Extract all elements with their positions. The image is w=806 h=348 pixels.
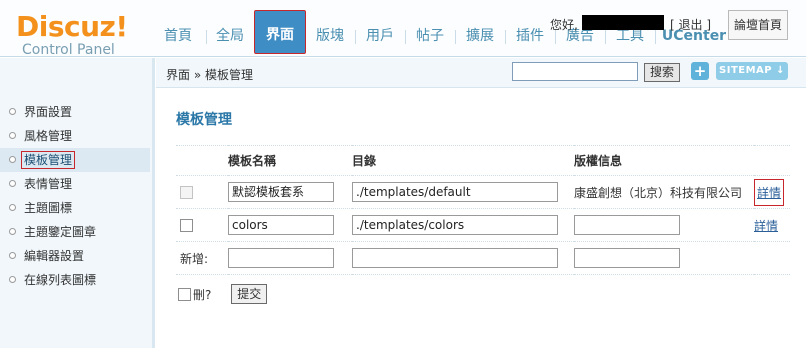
- sidebar-item-style-management[interactable]: 風格管理: [0, 124, 150, 148]
- details-link[interactable]: 詳情: [754, 178, 785, 206]
- table-row: colors ./templates/colors 詳情: [176, 208, 790, 242]
- sidebar-item-template-management[interactable]: 模板管理: [0, 148, 150, 172]
- template-copyright-input[interactable]: [574, 215, 680, 235]
- nav-item-extensions[interactable]: 擴展: [460, 14, 500, 56]
- nav-item-global[interactable]: 全局: [210, 14, 250, 56]
- bullet-icon: [9, 180, 16, 187]
- nav-item-plugins[interactable]: 插件: [510, 14, 550, 56]
- new-template-name-input[interactable]: [228, 248, 334, 268]
- column-header-action: [754, 145, 790, 176]
- details-link[interactable]: 詳情: [754, 219, 778, 233]
- column-header-copyright: 版權信息: [574, 145, 754, 176]
- sidebar-item-label: 風格管理: [24, 129, 73, 143]
- column-header-name: 模板名稱: [228, 145, 352, 176]
- bullet-icon: [9, 228, 16, 235]
- logo[interactable]: Discuz! Control Panel: [16, 10, 146, 59]
- sidebar-menu: 界面設置 風格管理 模板管理 表情管理 主題圖標 主題鑒定圖章 編輯器設置 在線…: [0, 100, 150, 292]
- bullet-icon: [9, 204, 16, 211]
- logo-subtitle: Control Panel: [22, 42, 115, 58]
- row-checkbox: [180, 186, 193, 199]
- sidebar-item-label: 表情管理: [24, 177, 73, 191]
- sidebar: 界面設置 風格管理 模板管理 表情管理 主題圖標 主題鑒定圖章 編輯器設置 在線…: [0, 58, 155, 348]
- nav-separator: [605, 30, 606, 44]
- sidebar-item-label: 主題圖標: [24, 201, 73, 215]
- user-name-redacted: [582, 15, 664, 30]
- user-greeting: 您好,: [550, 18, 578, 32]
- add-shortcut-button[interactable]: +: [691, 62, 709, 80]
- bullet-icon: [9, 156, 16, 163]
- new-template-copyright-input[interactable]: [574, 248, 680, 268]
- form-footer: 刪? 提交: [178, 284, 268, 304]
- submit-button[interactable]: 提交: [231, 284, 268, 304]
- sidebar-item-label: 編輯器設置: [24, 249, 85, 263]
- row-checkbox[interactable]: [180, 219, 193, 232]
- nav-separator: [455, 30, 456, 44]
- delete-label: 刪?: [193, 287, 212, 302]
- sidebar-item-thread-stamps[interactable]: 主題鑒定圖章: [0, 220, 150, 244]
- nav-item-forums[interactable]: 版塊: [310, 14, 350, 56]
- sidebar-item-online-list-icons[interactable]: 在線列表圖標: [0, 268, 150, 292]
- new-template-directory-input[interactable]: [352, 248, 558, 268]
- sidebar-item-interface-settings[interactable]: 界面設置: [0, 100, 150, 124]
- sidebar-item-smilies[interactable]: 表情管理: [0, 172, 150, 196]
- bullet-icon: [9, 252, 16, 259]
- logout-link[interactable]: 退出: [679, 18, 703, 32]
- new-row-label: 新增:: [176, 241, 228, 275]
- sitemap-button[interactable]: SITEMAP ↓: [716, 62, 788, 80]
- sidebar-item-label: 主題鑒定圖章: [24, 225, 97, 239]
- logout-area: [ 退出 ]: [670, 16, 711, 33]
- bullet-icon: [9, 276, 16, 283]
- template-directory-input[interactable]: ./templates/colors: [352, 215, 558, 235]
- logout-bracket-close: ]: [706, 18, 712, 32]
- nav-item-home[interactable]: 首頁: [156, 14, 200, 56]
- forum-home-button[interactable]: 論壇首頁: [728, 10, 788, 40]
- bullet-icon: [9, 132, 16, 139]
- sidebar-item-thread-icons[interactable]: 主題圖標: [0, 196, 150, 220]
- template-table: 模板名稱 目錄 版權信息 默認模板套系 ./templates/default …: [176, 145, 790, 275]
- nav-separator: [355, 30, 356, 44]
- breadcrumb-bar: 界面 » 模板管理 搜索 + SITEMAP ↓: [156, 58, 806, 88]
- template-name-input[interactable]: 默認模板套系: [228, 182, 334, 202]
- sidebar-item-editor-settings[interactable]: 編輯器設置: [0, 244, 150, 268]
- nav-item-posts[interactable]: 帖子: [410, 14, 450, 56]
- table-row-new: 新增:: [176, 241, 790, 275]
- table-header-row: 模板名稱 目錄 版權信息: [176, 145, 790, 176]
- template-directory-input[interactable]: ./templates/default: [352, 182, 558, 202]
- delete-checkbox[interactable]: [178, 287, 191, 301]
- nav-item-users[interactable]: 用戶: [360, 14, 400, 56]
- table-row: 默認模板套系 ./templates/default 康盛創想（北京）科技有限公…: [176, 175, 790, 209]
- search-button[interactable]: 搜索: [644, 63, 680, 82]
- nav-separator: [505, 30, 506, 44]
- nav-separator: [206, 30, 207, 44]
- breadcrumb: 界面 » 模板管理: [166, 68, 253, 82]
- page-title: 模板管理: [176, 112, 232, 128]
- search-input[interactable]: [512, 62, 638, 81]
- template-name-input[interactable]: colors: [228, 215, 334, 235]
- sidebar-item-label: 模板管理: [21, 151, 76, 169]
- sidebar-item-label: 界面設置: [24, 105, 73, 119]
- top-header: Discuz! Control Panel 首頁 全局 界面 版塊 用戶 帖子 …: [0, 0, 806, 59]
- logo-text: Discuz!: [16, 10, 128, 43]
- sidebar-item-label: 在線列表圖標: [24, 273, 97, 287]
- column-header-directory: 目錄: [352, 145, 574, 176]
- template-copyright: 康盛創想（北京）科技有限公司: [574, 185, 743, 200]
- nav-item-interface[interactable]: 界面: [254, 10, 306, 54]
- main-content: 模板管理 模板名稱 目錄 版權信息 默認模板套系 ./templates/def…: [158, 89, 806, 348]
- column-header-select: [176, 145, 228, 176]
- nav-separator: [405, 30, 406, 44]
- nav-separator: [655, 30, 656, 44]
- bullet-icon: [9, 108, 16, 115]
- logout-bracket-open: [: [670, 18, 675, 32]
